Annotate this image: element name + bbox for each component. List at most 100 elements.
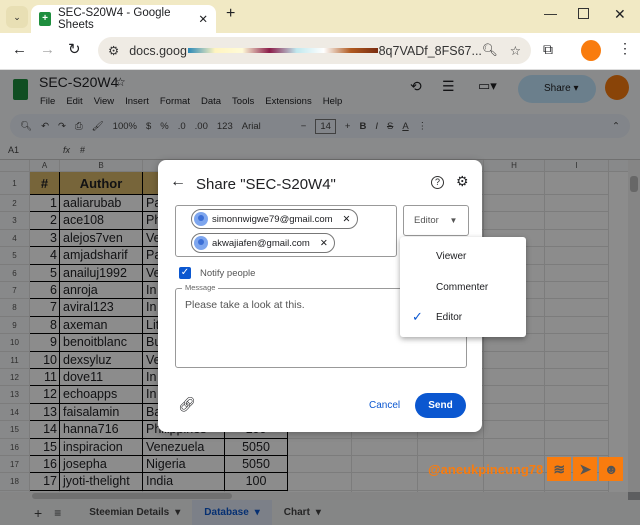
font-select[interactable]: Arial [242,121,292,132]
cell[interactable] [484,351,545,369]
percent-button[interactable]: % [160,121,168,132]
browser-tab[interactable]: + SEC-S20W4 - Google Sheets ✕ [31,5,216,33]
cell[interactable] [352,456,418,474]
cell[interactable]: 17 [30,473,60,491]
column-header[interactable] [609,160,628,172]
doc-title[interactable]: SEC-S20W4 [39,74,118,90]
cell[interactable] [484,421,545,439]
cell[interactable]: 6 [30,282,60,300]
menu-help[interactable]: Help [323,96,343,107]
row-header[interactable]: 11 [0,351,30,369]
row-header[interactable]: 2 [0,195,30,213]
row-header[interactable]: 15 [0,421,30,439]
remove-recipient-icon[interactable]: ✕ [343,214,351,225]
row-header[interactable]: 4 [0,229,30,248]
redo-icon[interactable]: ↷ [58,121,66,132]
cell[interactable] [545,421,609,439]
cell[interactable]: dove11 [60,369,143,387]
currency-button[interactable]: $ [146,121,151,132]
bookmark-star-icon[interactable]: ☆ [510,43,521,58]
role-option-viewer[interactable]: Viewer [436,251,466,262]
sheet-tab[interactable]: Database ▾ [192,500,272,525]
zoom-select[interactable]: 100% [113,121,137,132]
cell[interactable]: 100 [225,473,288,491]
italic-button[interactable]: I [375,121,378,132]
cell[interactable]: 2 [30,212,60,230]
menu-extensions[interactable]: Extensions [265,96,311,107]
cell[interactable]: 8 [30,316,60,335]
search-icon[interactable]: 🔍︎ [20,121,32,132]
cell[interactable]: 15 [30,438,60,456]
menu-format[interactable]: Format [160,96,190,107]
cell[interactable] [545,369,609,387]
close-tab-icon[interactable]: ✕ [198,12,208,26]
role-option-editor[interactable]: Editor [436,312,462,323]
menu-view[interactable]: View [94,96,114,107]
zoom-icon[interactable]: 🔍︎ [482,43,498,58]
cell[interactable]: 10 [30,351,60,369]
cell[interactable]: India [143,473,225,491]
close-window-button[interactable]: ✕ [614,6,626,23]
all-sheets-button[interactable]: ≡ [54,506,61,520]
font-size-input[interactable]: 14 [315,118,336,134]
settings-gear-icon[interactable]: ⚙ [456,173,469,190]
paint-format-icon[interactable]: 🖌︎ [92,121,104,132]
notify-checkbox[interactable]: ✓ [179,267,191,279]
cell[interactable] [484,386,545,404]
column-header[interactable]: B [60,160,143,172]
cell[interactable]: 4 [30,247,60,265]
row-header[interactable]: 14 [0,403,30,422]
cell[interactable] [352,473,418,491]
extensions-icon[interactable]: ⧉ [543,41,553,58]
minimize-button[interactable]: — [544,6,557,21]
undo-icon[interactable]: ↶ [41,121,49,132]
row-header[interactable]: 9 [0,316,30,335]
cell[interactable] [545,299,609,317]
menu-file[interactable]: File [40,96,55,107]
increase-decimal-button[interactable]: .00 [195,121,208,132]
cell[interactable]: benoitblanc [60,334,143,352]
browser-menu-icon[interactable]: ⋮ [618,40,632,57]
comments-icon[interactable]: ☰ [442,78,455,95]
menu-insert[interactable]: Insert [125,96,149,107]
vertical-scrollbar[interactable] [628,160,640,492]
font-size-increase[interactable]: + [345,121,351,132]
maximize-button[interactable] [578,8,589,19]
cell[interactable]: jyoti-thelight [60,473,143,491]
cell[interactable] [545,334,609,352]
bold-button[interactable]: B [359,121,366,132]
reload-icon[interactable]: ↻ [68,40,81,58]
cell[interactable]: 5 [30,264,60,282]
site-info-icon[interactable]: ⚙ [108,43,119,58]
cell[interactable] [545,438,609,456]
cell[interactable]: dexsyluz [60,351,143,369]
menu-tools[interactable]: Tools [232,96,254,107]
cell[interactable] [545,282,609,300]
account-avatar[interactable] [605,75,629,100]
cell[interactable] [545,247,609,265]
cell[interactable] [545,229,609,248]
column-header[interactable]: I [545,160,609,172]
cell[interactable] [484,438,545,456]
decrease-decimal-button[interactable]: .0 [178,121,186,132]
sheet-tab-menu-icon[interactable]: ▾ [255,507,260,518]
cell[interactable] [545,172,609,195]
cell[interactable] [545,351,609,369]
recipients-input[interactable]: simonnwigwe79@gmail.com ✕ akwajiafen@gmai… [175,205,397,257]
cell[interactable]: 5050 [225,456,288,474]
row-header[interactable]: 1 [0,172,30,195]
role-dropdown[interactable]: Editor ▼ [403,205,469,236]
cell[interactable] [418,438,484,456]
column-header[interactable]: A [30,160,60,172]
cell[interactable]: 9 [30,334,60,352]
cell[interactable]: aviral123 [60,299,143,317]
sheet-tab-menu-icon[interactable]: ▾ [316,507,321,518]
back-arrow-icon[interactable]: ← [170,173,186,191]
more-formats-button[interactable]: 123 [217,121,233,132]
row-header[interactable]: 7 [0,282,30,300]
cell[interactable]: 16 [30,456,60,474]
cell[interactable]: faisalamin [60,403,143,422]
row-header[interactable]: 3 [0,212,30,230]
cell[interactable] [545,195,609,213]
formula-input[interactable]: # [80,145,85,155]
